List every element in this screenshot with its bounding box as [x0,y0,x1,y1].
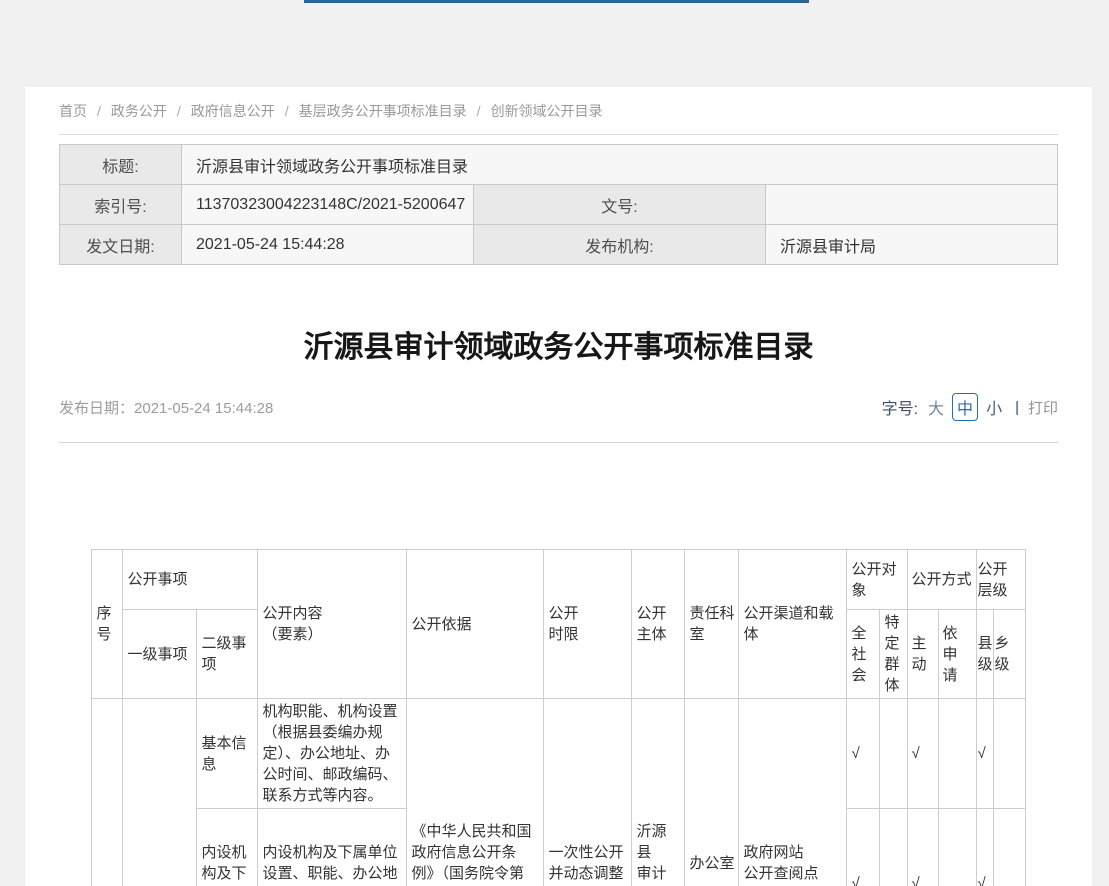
publish-row: 发布日期：2021-05-24 15:44:28 字号: 大 中 小 | 打印 [59,393,1058,421]
header-cell-township-level: 乡 级 [993,610,1025,699]
breadcrumb-separator: / [177,103,181,119]
content-card: 首页 / 政务公开 / 政府信息公开 / 基层政务公开事项标准目录 / 创新领域公开目录 标题:… [25,87,1092,886]
font-size-label: 字号: [882,395,918,419]
cell-on-request-row2 [938,809,976,886]
header-cell-level2-item: 二级事 项 [197,610,258,699]
meta-docnum-value [766,185,1058,225]
header-cell-subject: 公开 主体 [632,550,685,699]
header-cell-level1-item: 一级事项 [123,610,197,699]
breadcrumb-separator: / [97,103,101,119]
font-size-medium-button[interactable]: 中 [952,393,978,421]
header-cell-audience: 公开对 象 [847,550,907,610]
cell-subject-merged: 沂源县 审计局 [632,699,685,886]
document-meta-table: 标题: 沂源县审计领域政务公开事项标准目录 索引号: 1137032300422… [59,144,1058,265]
meta-date-value: 2021-05-24 15:44:28 [182,225,474,265]
font-size-large-button[interactable]: 大 [928,395,944,419]
cell-department-merged: 办公室 [685,699,739,886]
publish-date-label: 发布日期： [59,400,134,417]
cell-township-row2 [993,809,1025,886]
breadcrumb-item-jiceng[interactable]: 基层政务公开事项标准目录 [299,103,467,119]
cell-specific-group-row2 [880,809,907,886]
header-cell-whole-society: 全社 会 [847,610,880,699]
top-nav-edge [304,0,809,3]
breadcrumb-item-xinxi[interactable]: 政府信息公开 [191,103,275,119]
breadcrumb-item-home[interactable]: 首页 [59,103,87,119]
cell-specific-group-row1 [880,699,907,809]
cell-whole-society-check-row1: √ [847,699,880,809]
cell-level1-item [123,699,197,886]
header-cell-county-level: 县 级 [976,610,993,699]
cell-township-row1 [993,699,1025,809]
meta-org-value: 沂源县审计局 [766,225,1058,265]
breadcrumb-separator: / [285,103,289,119]
header-cell-specific-group: 特 定 群 体 [880,610,907,699]
vertical-divider: | [1015,399,1019,416]
header-cell-proactive: 主 动 [907,610,938,699]
meta-org-label: 发布机构: [474,225,766,265]
font-size-small-button[interactable]: 小 [986,395,1002,419]
cell-serial [92,699,123,886]
publish-date-value: 2021-05-24 15:44:28 [134,400,273,417]
cell-whole-society-check-row2: √ [847,809,880,886]
breadcrumb-item-zhengwu[interactable]: 政务公开 [111,103,167,119]
header-cell-method: 公开方式 [907,550,976,610]
header-cell-level: 公开 层级 [976,550,1025,610]
cell-level2-item-row1: 基本信 息 [197,699,258,809]
breadcrumb-divider [59,134,1058,135]
header-cell-disclosure-item: 公开事项 [123,550,258,610]
header-cell-serial: 序号 [92,550,123,699]
cell-content-row1: 机构职能、机构设置 （根据县委编办规 定）、办公地址、办 公时间、邮政编码、 联… [258,699,407,809]
font-size-controls: 字号: 大 中 小 | 打印 [882,393,1058,421]
catalog-table: 序号 公开事项 公开内容 （要素） 公开依据 公开 时限 公开 主体 责任科 室… [91,549,1025,886]
meta-index-label: 索引号: [60,185,182,225]
header-cell-content: 公开内容 （要素） [258,550,407,699]
meta-title-value: 沂源县审计领域政务公开事项标准目录 [182,145,1058,185]
breadcrumb-separator: / [477,103,481,119]
cell-level2-item-row2: 内设机 构及下 属事业 单位 [197,809,258,886]
breadcrumb-item-chuangxin[interactable]: 创新领域公开目录 [491,103,603,119]
page-title: 沂源县审计领域政务公开事项标准目录 [59,329,1058,367]
article-divider [59,442,1058,443]
meta-index-value: 11370323004223148C/2021-5200647 [182,185,474,225]
cell-channel-merged: 政府网站 公开查阅点 [739,699,847,886]
header-cell-channel: 公开渠道和载 体 [739,550,847,699]
meta-date-label: 发文日期: [60,225,182,265]
print-button[interactable]: 打印 [1028,397,1058,418]
cell-proactive-check-row2: √ [907,809,938,886]
cell-basis-merged: 《中华人民共和国 政府信息公开条 例》（国务院令第 711号） [407,699,544,886]
cell-county-check-row1: √ [976,699,993,809]
cell-county-check-row2: √ [976,809,993,886]
breadcrumb: 首页 / 政务公开 / 政府信息公开 / 基层政务公开事项标准目录 / 创新领域公开目录 [59,87,1058,119]
cell-on-request-row1 [938,699,976,809]
header-cell-basis: 公开依据 [407,550,544,699]
header-cell-time-limit: 公开 时限 [544,550,632,699]
header-cell-department: 责任科 室 [685,550,739,699]
cell-content-row2: 内设机构及下属单位 设置、职能、办公地 址、办公时间、联系 方式、负责人姓名等 [258,809,407,886]
cell-time-limit-merged: 一次性公开 并动态调整 [544,699,632,886]
header-cell-on-request: 依申 请 [938,610,976,699]
meta-docnum-label: 文号: [474,185,766,225]
meta-title-label: 标题: [60,145,182,185]
cell-proactive-check-row1: √ [907,699,938,809]
publish-date: 发布日期：2021-05-24 15:44:28 [59,397,273,418]
